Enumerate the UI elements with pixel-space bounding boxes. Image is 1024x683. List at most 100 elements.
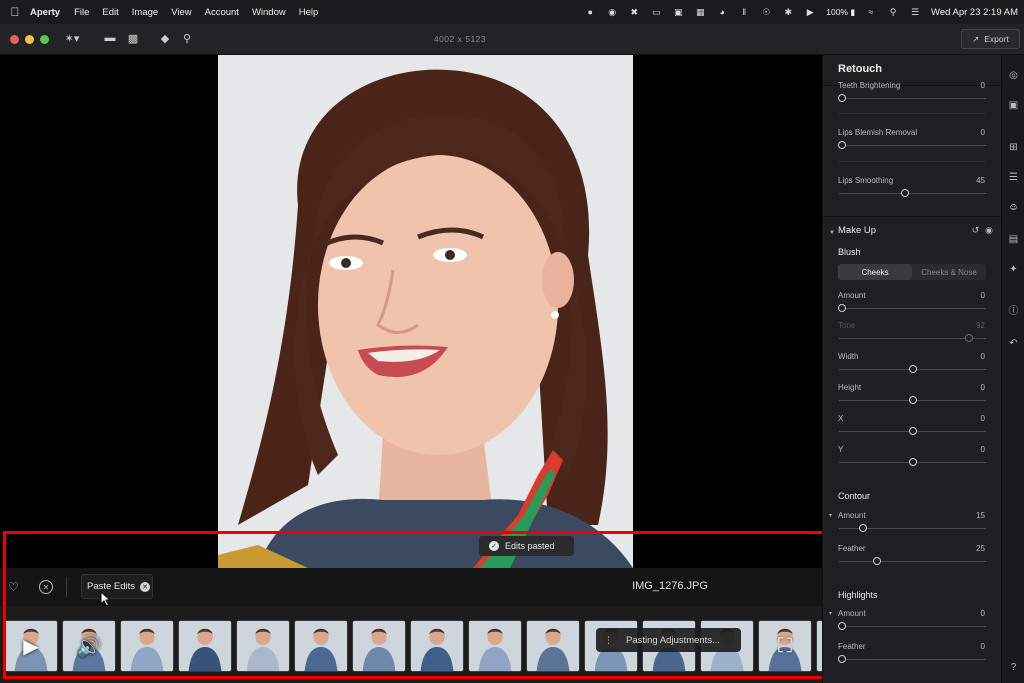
slider-value: 0 — [980, 414, 985, 423]
filmstrip-thumbnail[interactable] — [120, 620, 174, 672]
slider-handle[interactable] — [838, 304, 846, 312]
menu-view[interactable]: View — [171, 7, 191, 18]
menu-edit[interactable]: Edit — [102, 7, 118, 18]
current-filename: IMG_1276.JPG — [632, 580, 708, 592]
filmstrip-thumbnail[interactable]: 🔊 — [62, 620, 116, 672]
slider-label: Amount — [838, 511, 866, 520]
slider-label: X — [838, 414, 844, 423]
battery-indicator[interactable]: 100% ▮ — [826, 7, 855, 18]
filmstrip-thumbnail[interactable] — [236, 620, 290, 672]
slider-value: 0 — [980, 352, 985, 361]
tab-cheeks[interactable]: Cheeks — [838, 264, 912, 280]
wifi-icon[interactable]: ≈ — [865, 7, 877, 17]
slider-track[interactable] — [839, 193, 986, 194]
thumbnail-image — [353, 621, 405, 671]
focus-frame-icon[interactable]: ▣ — [1006, 99, 1021, 113]
menu-app-name[interactable]: Aperty — [30, 7, 60, 18]
main-photo[interactable] — [218, 55, 633, 568]
slider-track[interactable] — [839, 308, 986, 309]
slider-track[interactable] — [839, 338, 986, 339]
slider-value: 25 — [976, 544, 985, 553]
bluetooth-icon[interactable]: ✱ — [782, 7, 794, 17]
slider-value: 0 — [980, 383, 985, 392]
filmstrip-thumbnail[interactable] — [410, 620, 464, 672]
blush-area-tabs: Cheeks Cheeks & Nose — [838, 264, 986, 280]
slider-track[interactable] — [839, 626, 986, 627]
collapse-arrow-icon[interactable]: ▼ — [829, 230, 835, 236]
airdrop-icon[interactable]: ☉ — [760, 7, 772, 17]
slider-label: Tone — [838, 321, 856, 330]
crop-icon[interactable]: ⊞ — [1006, 141, 1021, 155]
panel-title: Retouch — [838, 63, 882, 75]
eye-icon[interactable]: ◉ — [606, 7, 618, 17]
slider-handle[interactable] — [859, 524, 867, 532]
spotlight-icon[interactable]: ⚲ — [887, 7, 899, 17]
image-canvas[interactable]: ✓ Edits pasted ♡ ✕ Paste Edits ✕ IMG_127… — [0, 55, 870, 683]
magic-sparkle-icon[interactable]: ✦ — [1006, 263, 1021, 277]
presets-icon[interactable]: ◎ — [1006, 69, 1021, 83]
paste-edits-chip[interactable]: Paste Edits ✕ — [81, 574, 153, 599]
slider-handle[interactable] — [901, 189, 909, 197]
heart-icon[interactable]: ♡ — [8, 580, 22, 594]
play-overlay-icon: ▶ — [23, 635, 39, 658]
menu-help[interactable]: Help — [299, 7, 319, 18]
slider-track[interactable] — [839, 145, 986, 146]
slider-handle[interactable] — [873, 557, 881, 565]
filmstrip-thumbnail[interactable] — [352, 620, 406, 672]
filmstrip-thumbnail[interactable] — [178, 620, 232, 672]
apple-menu-icon[interactable]:  — [0, 5, 30, 19]
menubar-clock[interactable]: Wed Apr 23 2:19 AM — [931, 7, 1018, 18]
toast-message: Edits pasted — [505, 541, 555, 551]
filmstrip-thumbnail[interactable]: ⛶ — [758, 620, 812, 672]
info-icon[interactable]: ⓘ — [1006, 305, 1021, 319]
slider-handle[interactable] — [909, 458, 917, 466]
retouch-face-icon[interactable]: ☺ — [1006, 201, 1021, 215]
menu-window[interactable]: Window — [252, 7, 286, 18]
reject-icon[interactable]: ✕ — [39, 580, 53, 594]
menu-file[interactable]: File — [74, 7, 89, 18]
makeup-section-title[interactable]: Make Up — [838, 225, 876, 236]
clipboard-icon[interactable]: ▦ — [694, 7, 706, 17]
control-center-icon[interactable]: ☰ — [909, 7, 921, 17]
slider-handle[interactable] — [838, 141, 846, 149]
screenshot-icon[interactable]: ▣ — [672, 7, 684, 17]
filmstrip[interactable]: ⋮ Pasting Adjustments... ▶ 🔊 ⛶ — [0, 606, 870, 683]
close-chip-icon[interactable]: ✕ — [140, 581, 151, 592]
visibility-eye-icon[interactable]: ◉ — [985, 225, 993, 236]
tab-cheeks-and-nose[interactable]: Cheeks & Nose — [912, 264, 986, 280]
play-icon[interactable]: ▶ — [804, 7, 816, 17]
filmstrip-thumbnail[interactable]: ▶ — [4, 620, 58, 672]
slider-track[interactable] — [839, 659, 986, 660]
arc-icon[interactable]: ◕ — [716, 7, 728, 17]
expand-arrow-icon[interactable]: ▾ — [829, 610, 832, 617]
filmstrip-thumbnail[interactable] — [468, 620, 522, 672]
airpods-icon[interactable]: ‖ — [738, 7, 750, 17]
menu-account[interactable]: Account — [205, 7, 239, 18]
undo-icon[interactable]: ↶ — [1006, 337, 1021, 351]
slider-handle[interactable] — [909, 396, 917, 404]
help-icon[interactable]: ? — [1006, 661, 1021, 675]
filmstrip-layers-icon[interactable]: ▤ — [1006, 233, 1021, 247]
menu-image[interactable]: Image — [132, 7, 158, 18]
slider-track[interactable] — [839, 561, 986, 562]
filmstrip-thumbnail[interactable] — [294, 620, 348, 672]
tools-icon[interactable]: ✖ — [628, 7, 640, 17]
blush-title: Blush — [838, 247, 861, 257]
export-button[interactable]: ↗ Export — [961, 29, 1020, 49]
expand-arrow-icon[interactable]: ▾ — [829, 512, 832, 519]
slider-value: 15 — [976, 511, 985, 520]
contour-title: Contour — [838, 491, 871, 501]
slider-handle[interactable] — [838, 655, 846, 663]
slider-handle[interactable] — [838, 622, 846, 630]
slider-track[interactable] — [839, 98, 986, 99]
slider-handle[interactable] — [909, 365, 917, 373]
reset-icon[interactable]: ↺ — [972, 225, 980, 236]
display-icon[interactable]: ▭ — [650, 7, 662, 17]
adjust-sliders-icon[interactable]: ☰ — [1006, 171, 1021, 185]
slider-handle[interactable] — [965, 334, 973, 342]
record-icon[interactable]: ● — [584, 7, 596, 17]
highlights-title: Highlights — [838, 590, 878, 600]
slider-handle[interactable] — [838, 94, 846, 102]
slider-handle[interactable] — [909, 427, 917, 435]
filmstrip-thumbnail[interactable] — [526, 620, 580, 672]
